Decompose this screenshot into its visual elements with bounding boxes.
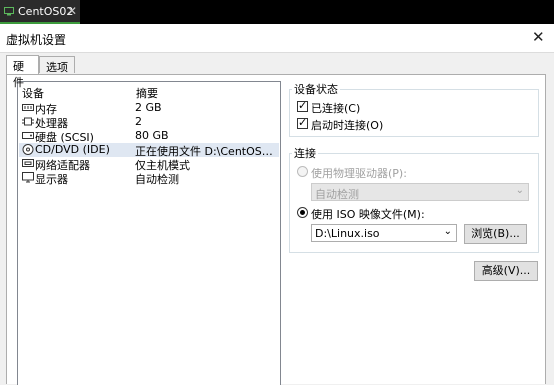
device-row-display[interactable]: 显示器 自动检测: [19, 171, 279, 186]
device-name: 显示器: [35, 173, 68, 186]
connection-title: 连接: [294, 147, 316, 160]
radio-dot: [300, 210, 305, 215]
device-row-memory[interactable]: 内存 2 GB: [19, 101, 279, 116]
dialog-title: 虚拟机设置: [6, 33, 67, 47]
iso-file-path: D:\Linux.iso: [315, 227, 380, 240]
device-name: CD/DVD (IDE): [35, 143, 110, 156]
physical-drive-radio[interactable]: [297, 166, 308, 177]
tab-hardware[interactable]: 硬件: [6, 55, 39, 89]
iso-file-label[interactable]: 使用 ISO 映像文件(M):: [311, 206, 425, 222]
vm-tab-label: CentOS02: [18, 5, 74, 18]
close-dialog-icon[interactable]: ✕: [532, 28, 545, 46]
hardware-panel: 设备 摘要 内存 2 GB 处理器 2 硬盘 (SCSI) 80 GB CD/D…: [6, 74, 546, 385]
physical-drive-value: 自动检测: [315, 188, 359, 201]
advanced-button[interactable]: 高级(V)...: [474, 261, 538, 281]
iso-file-path-combo[interactable]: D:\Linux.iso ⌄: [311, 224, 457, 242]
physical-drive-select[interactable]: 自动检测 ⌄: [311, 183, 529, 201]
network-adapter-icon: [22, 159, 34, 167]
physical-drive-label[interactable]: 使用物理驱动器(P):: [311, 165, 407, 181]
display-icon: [22, 172, 34, 183]
device-summary: 2 GB: [135, 101, 162, 114]
connected-label[interactable]: 已连接(C): [311, 100, 360, 116]
device-status-title: 设备状态: [294, 83, 338, 96]
connect-on-power-checkbox[interactable]: ✓: [297, 116, 308, 129]
chevron-down-icon: ⌄: [515, 185, 524, 196]
memory-icon: [22, 104, 34, 111]
summary-column-header[interactable]: 摘要: [136, 85, 158, 101]
device-row-cd-dvd[interactable]: CD/DVD (IDE) 正在使用文件 D:\CentOS-7-x...: [19, 143, 279, 158]
device-summary: 80 GB: [135, 129, 169, 142]
processor-icon: [22, 117, 34, 126]
vm-icon: [4, 7, 14, 16]
close-tab-icon[interactable]: ✕: [67, 4, 77, 18]
connected-checkbox[interactable]: ✓: [297, 99, 308, 112]
tab-options[interactable]: 选项: [39, 56, 75, 74]
iso-file-radio[interactable]: [297, 207, 308, 218]
device-row-network-adapter[interactable]: 网络适配器 仅主机模式: [19, 157, 279, 172]
hard-disk-icon: [22, 132, 34, 139]
device-row-hard-disk[interactable]: 硬盘 (SCSI) 80 GB: [19, 129, 279, 144]
cd-dvd-icon: [22, 144, 34, 155]
checkmark-icon: ✓: [298, 99, 308, 112]
device-summary: 2: [135, 115, 142, 128]
device-summary: 自动检测: [135, 173, 179, 186]
device-list[interactable]: 设备 摘要 内存 2 GB 处理器 2 硬盘 (SCSI) 80 GB CD/D…: [17, 81, 281, 385]
vm-tab[interactable]: CentOS02 ✕: [0, 0, 80, 24]
browse-button[interactable]: 浏览(B)...: [464, 224, 527, 244]
chevron-down-icon[interactable]: ⌄: [444, 226, 452, 237]
connect-on-power-label[interactable]: 启动时连接(O): [311, 117, 383, 133]
device-column-header[interactable]: 设备: [22, 85, 44, 101]
checkmark-icon: ✓: [298, 116, 308, 129]
app-tab-bar: CentOS02 ✕: [0, 0, 554, 24]
device-row-processor[interactable]: 处理器 2: [19, 115, 279, 130]
dialog-titlebar: 虚拟机设置 ✕: [0, 24, 554, 53]
